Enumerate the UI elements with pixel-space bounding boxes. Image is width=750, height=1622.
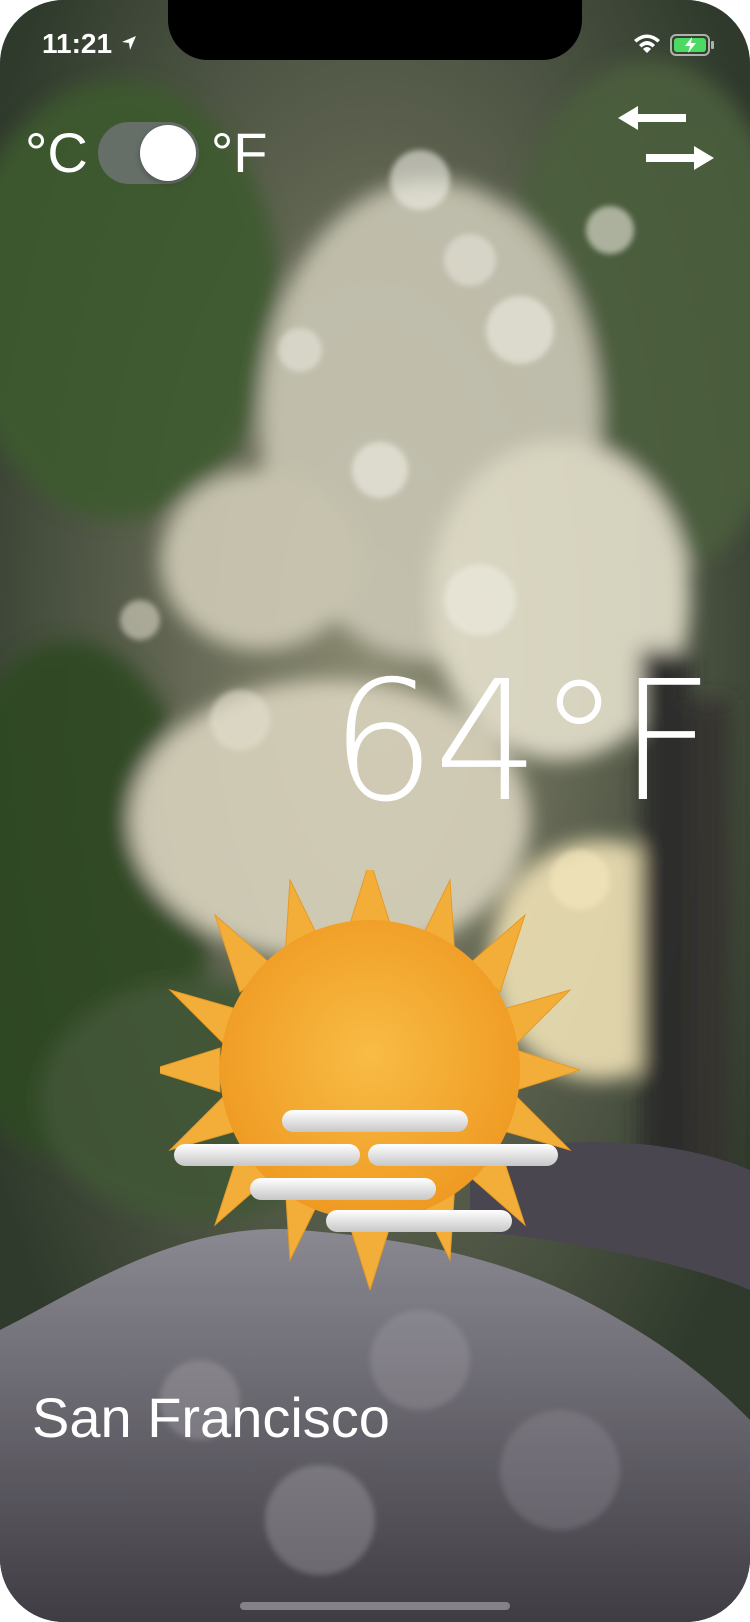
fahrenheit-label: °F	[210, 121, 268, 184]
swap-arrows-icon[interactable]	[616, 104, 716, 172]
home-indicator[interactable]	[240, 1602, 510, 1610]
temperature-display: 64°F	[330, 646, 714, 839]
wifi-icon	[634, 34, 660, 53]
status-time: 11:21	[42, 28, 113, 59]
unit-switcher: °C °F	[25, 120, 267, 186]
location-arrow-icon	[122, 36, 136, 50]
city-name: San Francisco	[32, 1386, 390, 1449]
phone-screen: 11:21 °C °F 64°F San Francisco	[0, 0, 750, 1622]
unit-toggle[interactable]	[97, 122, 199, 184]
toggle-knob	[139, 125, 196, 181]
battery-charging-icon	[670, 34, 714, 56]
sun-fog-icon	[160, 870, 580, 1290]
celsius-label: °C	[25, 121, 88, 184]
device-notch	[168, 0, 582, 60]
